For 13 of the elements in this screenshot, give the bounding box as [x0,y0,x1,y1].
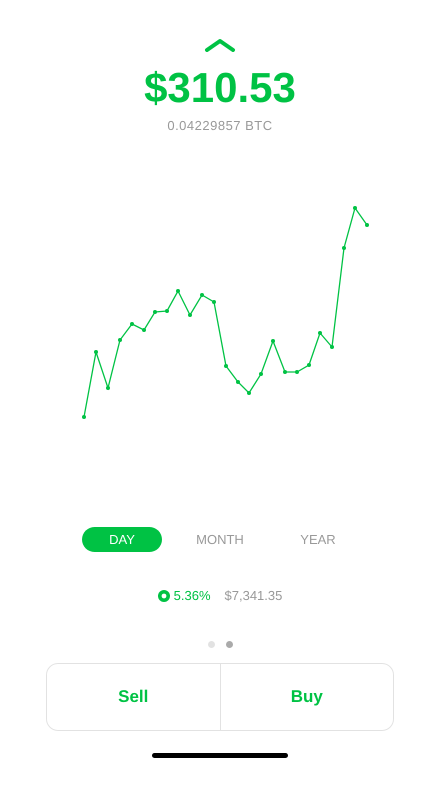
balance-amount: $310.53 [144,64,296,112]
range-tab[interactable]: MONTH [180,527,260,552]
range-tab[interactable]: YEAR [278,527,358,552]
up-circle-icon [158,590,170,602]
btc-amount: 0.04229857 BTC [167,118,273,133]
range-tab[interactable]: DAY [82,527,162,552]
chevron-up-icon[interactable] [204,38,236,52]
action-button[interactable]: Buy [220,664,393,730]
change-percent: 5.36% [174,588,211,603]
page-dot[interactable] [208,641,214,648]
page-dot[interactable] [226,641,232,648]
btc-price: $7,341.35 [224,588,282,603]
action-button[interactable]: Sell [47,664,220,730]
